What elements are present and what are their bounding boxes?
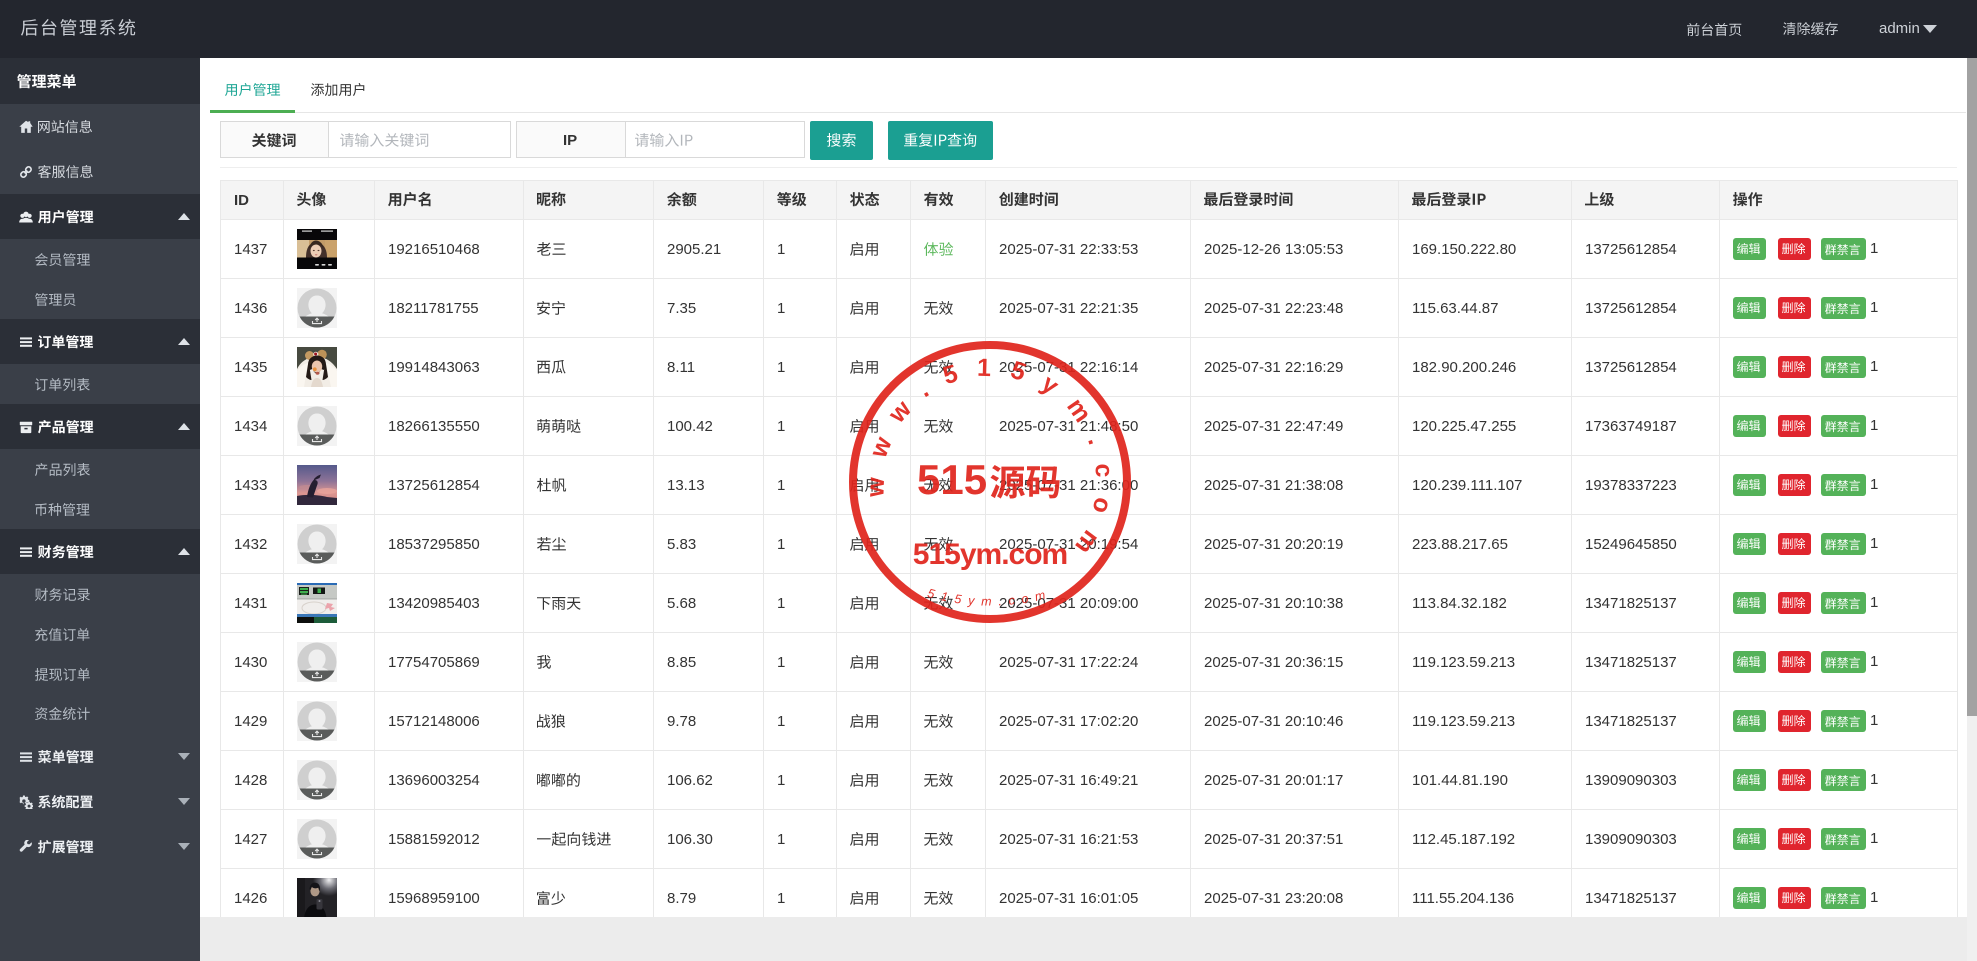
svg-text:515ym.com: 515ym.com — [913, 538, 1067, 571]
svg-text:515: 515 — [917, 456, 987, 503]
svg-text:515ym.com: 515ym.com — [926, 586, 1053, 608]
